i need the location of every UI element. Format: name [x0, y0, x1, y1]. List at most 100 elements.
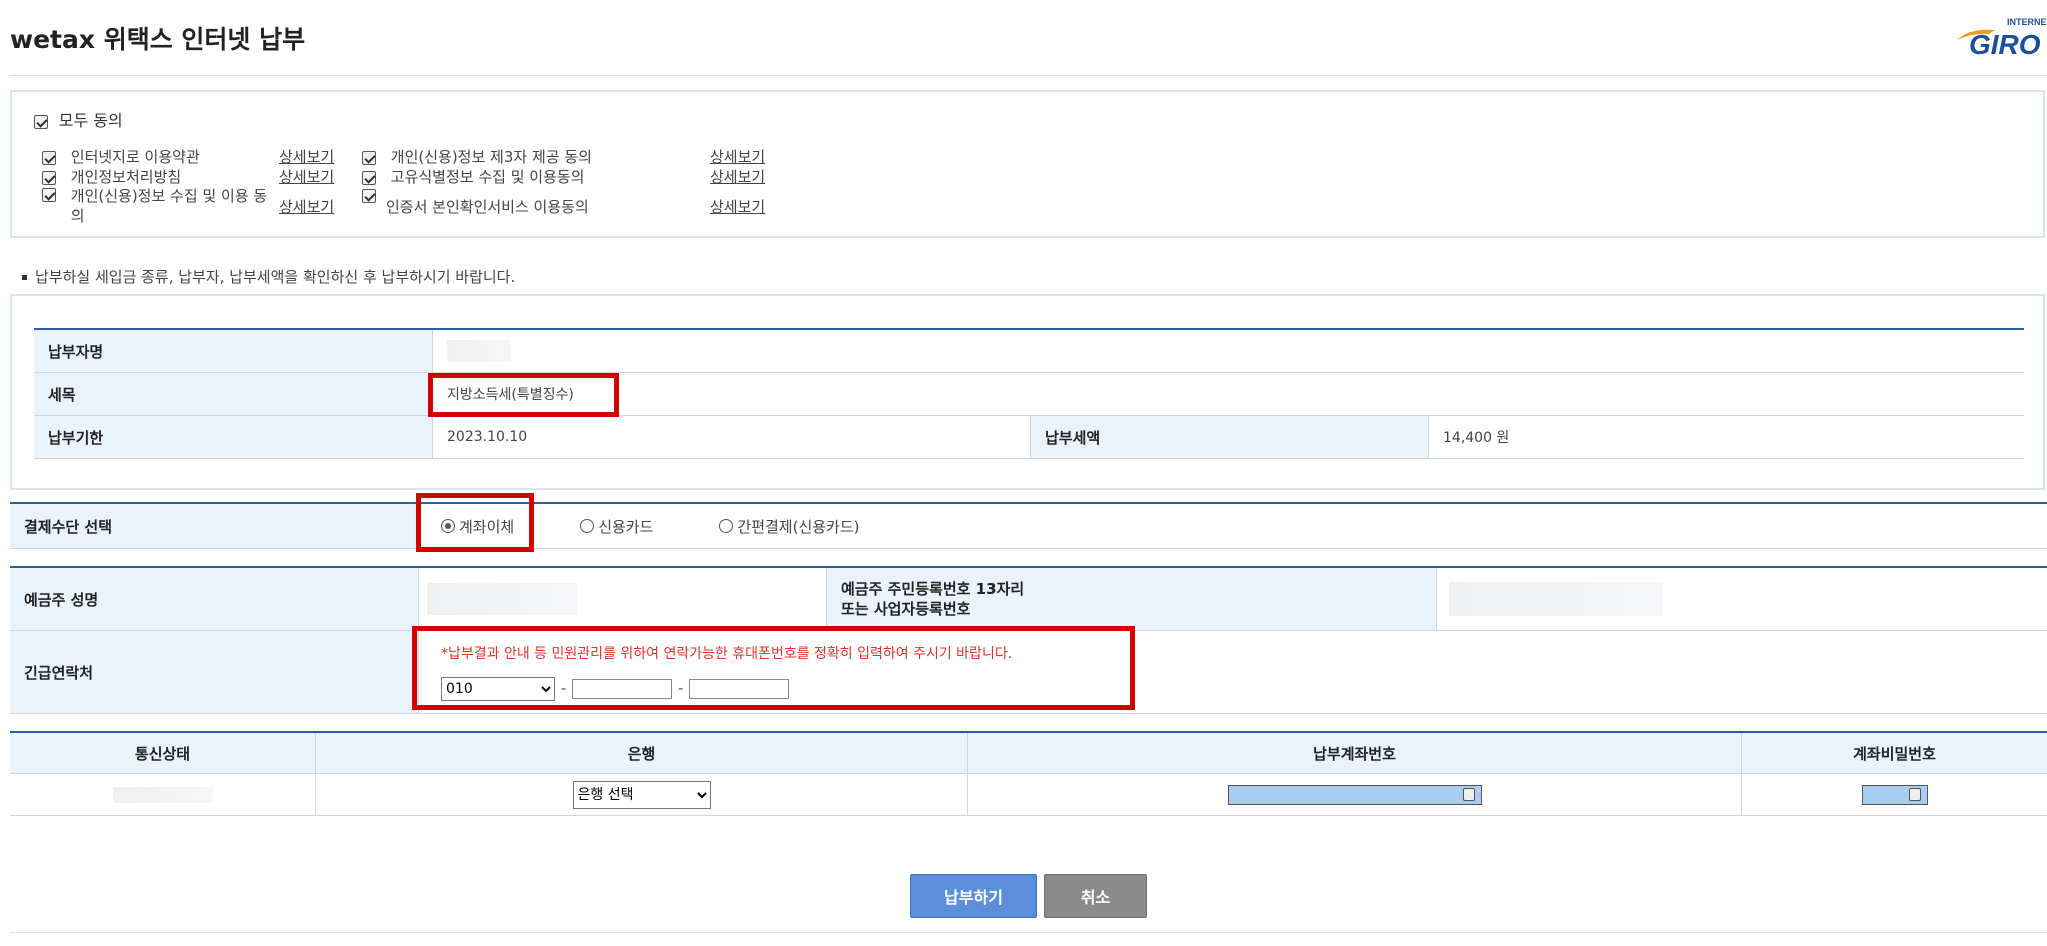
contact-notice: *납부결과 안내 등 민원관리를 위하여 연락가능한 휴대폰번호를 정확히 입력…	[441, 646, 1013, 662]
redacted-payer-name	[447, 340, 511, 362]
detail-link[interactable]: 상세보기	[279, 166, 334, 187]
agreement-item[interactable]: 개인정보처리방침	[42, 166, 181, 187]
pay-button[interactable]: 납부하기	[910, 874, 1037, 918]
account-number-input[interactable]	[1227, 784, 1482, 805]
agreement-item[interactable]: 고유식별정보 수집 및 이용동의	[362, 166, 585, 187]
contact-label: 긴급연락처	[10, 631, 418, 713]
radio-button[interactable]	[580, 519, 595, 533]
agreement-label: 인증서 본인확인서비스 이용동의	[386, 198, 589, 216]
phone-last-input[interactable]	[689, 679, 790, 699]
col-header-status: 통신상태	[10, 733, 315, 773]
detail-link[interactable]: 상세보기	[279, 196, 334, 217]
agreement-item[interactable]: 개인(신용)정보 제3자 제공 동의	[362, 146, 592, 167]
status-cell	[10, 774, 315, 815]
page-title: wetax 위택스 인터넷 납부	[10, 25, 306, 54]
logo-main-text: GIRO	[1969, 29, 2041, 58]
tax-item-row: 세목 지방소득세(특별징수)	[34, 373, 2024, 416]
agreement-item[interactable]	[362, 186, 376, 204]
bank-table-row: 은행 선택	[10, 774, 2047, 816]
payment-notice: 납부하실 세입금 종류, 납부자, 납부세액을 확인하신 후 납부하시기 바랍니…	[22, 266, 515, 287]
amount-value: 14,400 원	[1428, 416, 2024, 458]
phone-dash: -	[678, 681, 684, 697]
redacted-depositor-id	[1449, 582, 1663, 616]
due-row: 납부기한 2023.10.10 납부세액 14,400 원	[34, 416, 2024, 459]
tax-item-label: 세목	[34, 373, 432, 415]
payer-row: 납부자명	[34, 330, 2024, 373]
amount-label: 납부세액	[1030, 416, 1428, 458]
agreement-item[interactable]: 인터넷지로 이용약관	[42, 146, 200, 167]
payer-value	[432, 330, 2024, 372]
radio-account-transfer[interactable]: 계좌이체	[441, 516, 514, 537]
agreement-label: 개인정보처리방침	[70, 168, 182, 186]
bank-select[interactable]: 은행 선택	[572, 780, 711, 809]
contact-row: 긴급연락처 *납부결과 안내 등 민원관리를 위하여 연락가능한 휴대폰번호를 …	[10, 631, 2047, 714]
depositor-row: 예금주 성명 예금주 주민등록번호 13자리 또는 사업자등록번호	[10, 568, 2047, 631]
agreement-checkbox[interactable]	[42, 188, 56, 202]
phone-inputs: 010 - -	[441, 677, 790, 701]
due-label: 납부기한	[34, 416, 432, 458]
detail-link[interactable]: 상세보기	[710, 146, 765, 167]
radio-easy-pay[interactable]: 간편결제(신용카드)	[719, 516, 860, 537]
agreement-checkbox[interactable]	[362, 150, 376, 165]
radio-label: 계좌이체	[459, 517, 515, 536]
phone-dash: -	[561, 681, 567, 697]
agree-all[interactable]: 모두 동의	[34, 107, 123, 131]
keyboard-icon[interactable]	[1462, 787, 1475, 801]
redacted-status	[112, 786, 213, 803]
due-value: 2023.10.10	[432, 416, 1030, 458]
account-password-input[interactable]	[1861, 784, 1928, 805]
tax-info-table: 납부자명 세목 지방소득세(특별징수) 납부기한 2023.10.10 납부세액…	[34, 328, 2024, 459]
contact-value: *납부결과 안내 등 민원관리를 위하여 연락가능한 휴대폰번호를 정확히 입력…	[418, 631, 2047, 713]
giro-logo: INTERNET GIRO	[1955, 14, 2047, 60]
detail-link[interactable]: 상세보기	[710, 196, 765, 217]
bank-table-header: 통신상태 은행 납부계좌번호 계좌비밀번호	[10, 733, 2047, 774]
depositor-id-label-line1: 예금주 주민등록번호 13자리	[841, 580, 1025, 598]
radio-button[interactable]	[719, 519, 734, 533]
agreement-checkbox[interactable]	[362, 170, 376, 185]
phone-middle-input[interactable]	[572, 679, 673, 699]
payer-label: 납부자명	[34, 330, 432, 372]
payment-method-label: 결제수단 선택	[10, 504, 418, 548]
bank-cell: 은행 선택	[315, 774, 967, 815]
depositor-id-value[interactable]	[1436, 568, 2047, 630]
keyboard-icon[interactable]	[1908, 787, 1921, 801]
depositor-table: 예금주 성명 예금주 주민등록번호 13자리 또는 사업자등록번호 긴급연락처 …	[10, 566, 2047, 714]
radio-button[interactable]	[441, 519, 455, 533]
account-cell	[967, 774, 1741, 815]
agreement-checkbox[interactable]	[362, 188, 376, 203]
agreement-checkbox[interactable]	[42, 170, 56, 185]
detail-link[interactable]: 상세보기	[710, 166, 765, 187]
radio-label: 간편결제(신용카드)	[737, 517, 860, 536]
bullet-icon	[22, 275, 27, 280]
radio-credit-card[interactable]: 신용카드	[580, 516, 653, 537]
tax-item-value: 지방소득세(특별징수)	[432, 373, 2024, 415]
header-divider	[10, 75, 2047, 76]
detail-link[interactable]: 상세보기	[279, 146, 334, 167]
agreement-label: 고유식별정보 수집 및 이용동의	[390, 168, 585, 186]
cancel-button[interactable]: 취소	[1044, 874, 1147, 918]
depositor-name-label: 예금주 성명	[10, 568, 418, 630]
agree-all-label: 모두 동의	[58, 111, 123, 130]
depositor-id-label: 예금주 주민등록번호 13자리 또는 사업자등록번호	[826, 568, 1436, 630]
agreement-item[interactable]: 개인(신용)정보 수집 및 이용 동의	[42, 186, 271, 226]
col-header-bank: 은행	[315, 733, 967, 773]
payment-notice-text: 납부하실 세입금 종류, 납부자, 납부세액을 확인하신 후 납부하시기 바랍니…	[35, 268, 516, 286]
redacted-depositor-name	[427, 583, 577, 615]
col-header-password: 계좌비밀번호	[1741, 733, 2047, 773]
password-cell	[1741, 774, 2047, 815]
agreement-label: 인터넷지로 이용약관	[70, 148, 200, 166]
agreement-checkbox[interactable]	[42, 150, 56, 165]
bottom-divider	[10, 932, 2047, 946]
depositor-id-label-line2: 또는 사업자등록번호	[841, 600, 971, 618]
agree-all-checkbox[interactable]	[34, 114, 48, 129]
phone-prefix-select[interactable]: 010	[441, 677, 555, 701]
payment-method-row: 결제수단 선택 계좌이체 신용카드 간편결제(신용카드)	[10, 502, 2047, 549]
agreement-label: 개인(신용)정보 제3자 제공 동의	[390, 148, 592, 166]
radio-label: 신용카드	[598, 517, 654, 536]
depositor-name-value[interactable]	[418, 568, 826, 630]
col-header-account: 납부계좌번호	[967, 733, 1741, 773]
agreement-label: 개인(신용)정보 수집 및 이용 동의	[70, 187, 268, 225]
bank-table: 통신상태 은행 납부계좌번호 계좌비밀번호 은행 선택	[10, 731, 2047, 816]
payment-options: 계좌이체 신용카드 간편결제(신용카드)	[418, 504, 2047, 548]
logo-top-text: INTERNET	[2007, 17, 2047, 27]
